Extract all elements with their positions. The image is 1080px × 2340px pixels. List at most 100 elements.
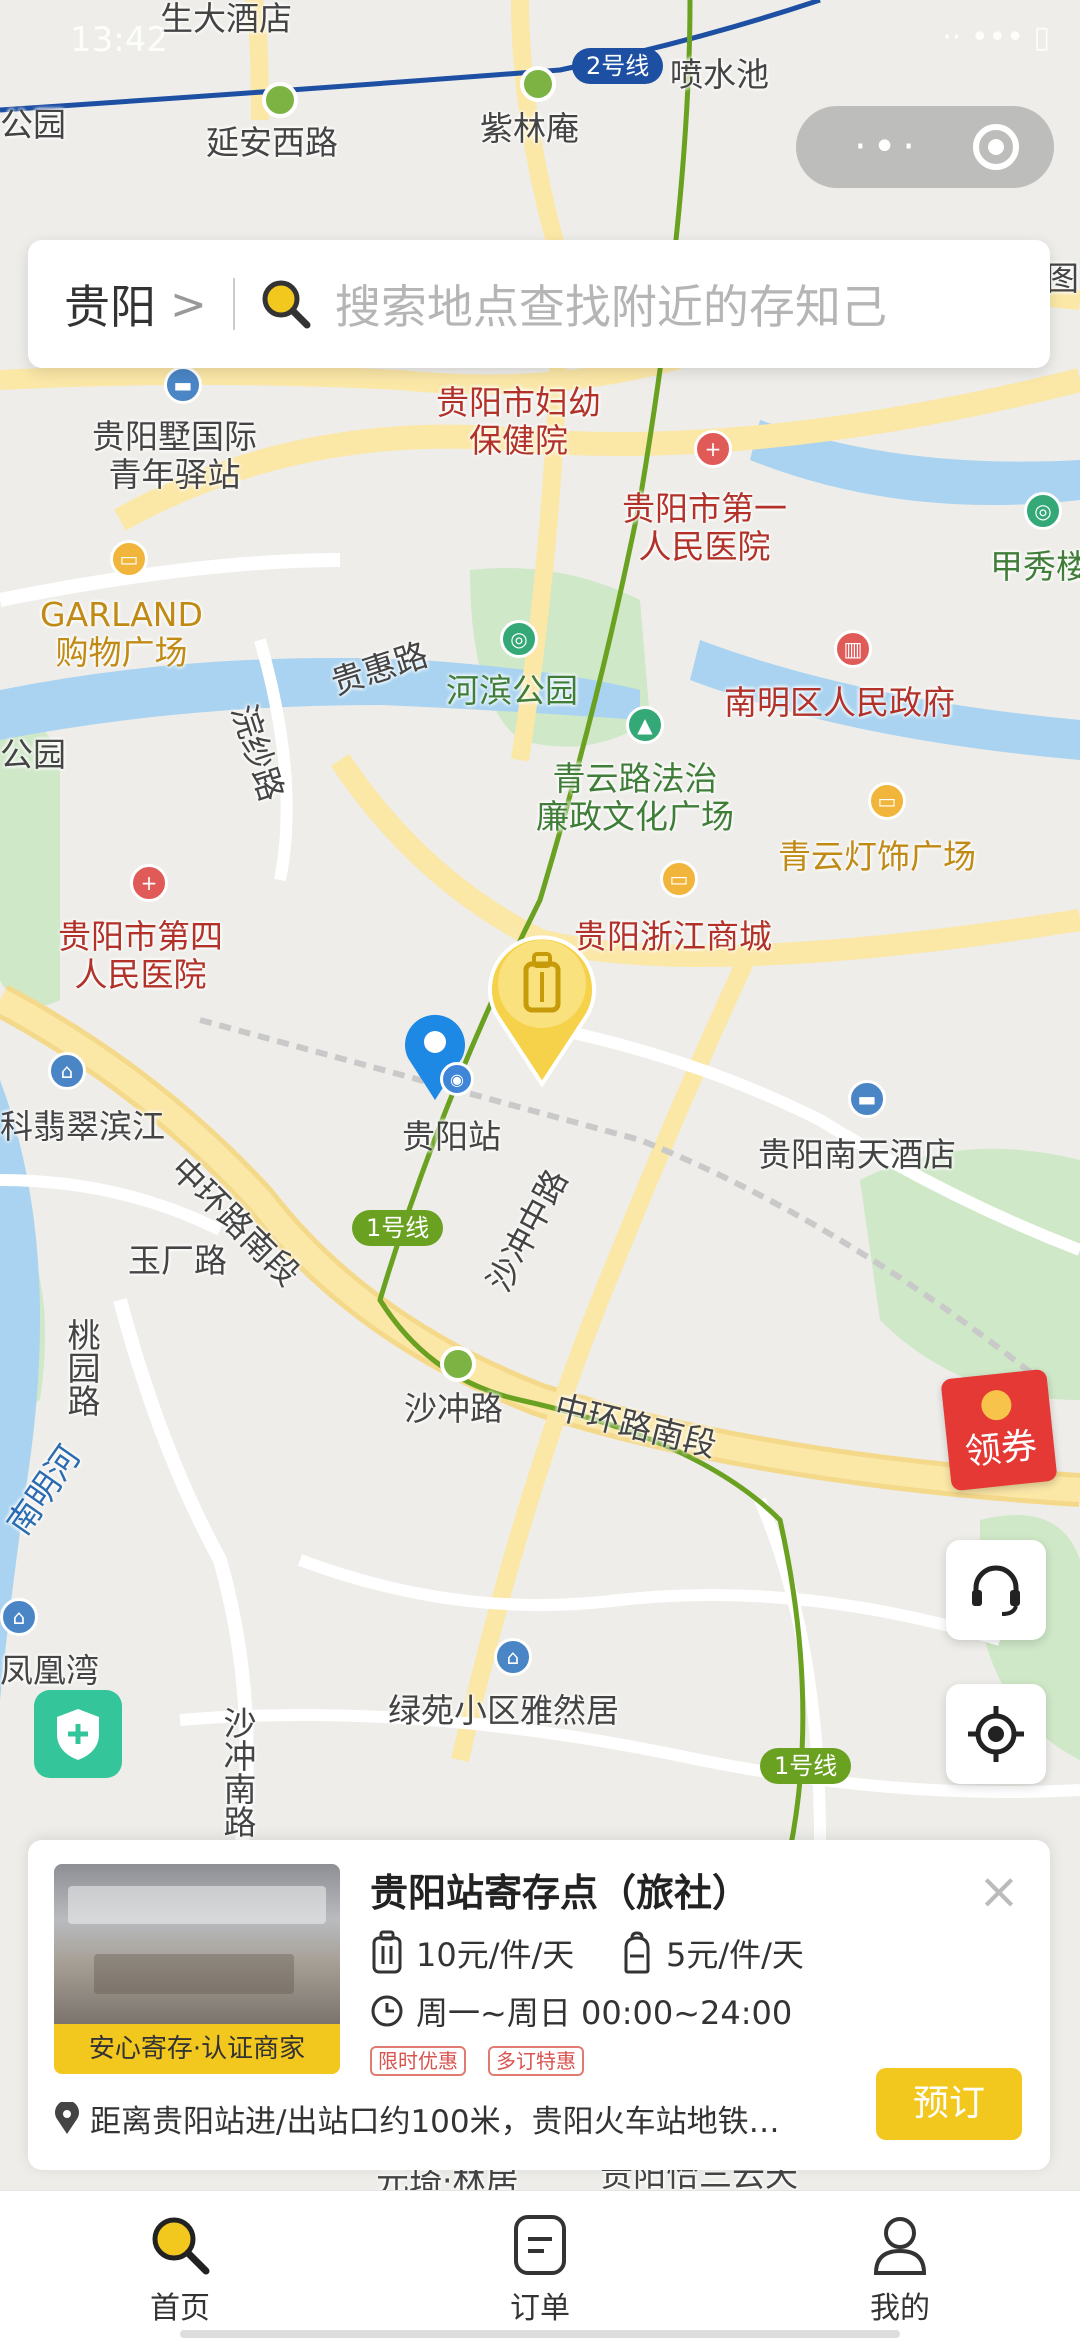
locate-me-button[interactable] <box>946 1684 1046 1784</box>
status-icons: ·· ••• ▯ <box>942 20 1050 55</box>
target-icon <box>988 139 1005 155</box>
map-label: 延安西路 <box>206 123 338 162</box>
map-label: 贵阳南天酒店 <box>758 1135 956 1174</box>
shopping-icon: ▭ <box>660 860 698 898</box>
certified-badge: 安心寄存·认证商家 <box>54 2024 340 2074</box>
home-icon: ⌂ <box>0 1598 38 1636</box>
home-icon: ⌂ <box>494 1638 532 1676</box>
opening-hours: 周一~周日 00:00~24:00 <box>370 1988 792 2034</box>
map-label: 喷水池 <box>670 55 769 94</box>
close-miniapp-button[interactable] <box>973 124 1020 170</box>
price-small-luggage: 5元/件/天 <box>620 1930 804 1976</box>
hospital-icon: + <box>694 430 732 468</box>
map-label: 贵阳市妇幼 保健院 <box>436 383 601 460</box>
map-label: 青云路法治 廉政文化广场 <box>536 759 734 836</box>
map-label: 生大酒店 <box>160 0 292 38</box>
map-label: 玉厂路 <box>128 1241 227 1280</box>
map-label: 公园 <box>0 105 66 144</box>
miniapp-capsule: ·•· <box>796 106 1054 188</box>
hospital-icon: + <box>130 864 168 902</box>
shield-plus-icon <box>57 1709 99 1760</box>
clock-icon <box>371 1995 403 2027</box>
address-text: 距离贵阳站进/出站口约100米，贵阳火车站地铁… <box>90 2104 780 2140</box>
city-selector[interactable]: 贵阳 <box>64 271 156 337</box>
promo-tag: 限时优惠 <box>370 2046 466 2076</box>
metro-station-icon <box>440 1346 476 1382</box>
promo-tag: 多订特惠 <box>488 2046 584 2076</box>
user-icon <box>873 2217 927 2275</box>
metro-line-1-badge: 1号线 <box>352 1210 444 1246</box>
tab-home-label: 首页 <box>150 2291 210 2326</box>
status-time: 13:42 <box>70 20 168 60</box>
storage-location-pin-icon[interactable] <box>480 920 604 1090</box>
customer-service-button[interactable] <box>946 1540 1046 1640</box>
divider <box>232 278 235 330</box>
map-label: 青云灯饰广场 <box>778 837 976 876</box>
close-card-button[interactable]: × <box>978 1866 1020 1916</box>
coupon-seal-icon <box>979 1388 1013 1422</box>
shopping-icon: ▭ <box>868 782 906 820</box>
storage-photo <box>54 1864 340 2024</box>
map-label: GARLAND 购物广场 <box>40 595 203 672</box>
metro-line-1-badge: 1号线 <box>760 1748 852 1784</box>
search-bar[interactable]: 贵阳 > 搜索地点查找附近的存知己 <box>28 240 1050 368</box>
metro-station-icon <box>520 66 556 102</box>
order-list-icon <box>514 2215 566 2275</box>
hours-text: 周一~周日 00:00~24:00 <box>416 1994 793 2032</box>
map-label: 紫林庵 <box>480 109 579 148</box>
luggage-icon <box>372 1930 402 1974</box>
map-label: 图 <box>1046 259 1079 298</box>
bottom-tab-bar: 首页 订单 我的 <box>0 2190 1080 2340</box>
map-label: 贵阳市第一 人民医院 <box>622 489 787 566</box>
hotel-icon: ▬ <box>848 1080 886 1118</box>
map-label: 河滨公园 <box>446 671 578 710</box>
headset-icon <box>972 1565 1020 1616</box>
map-label: 甲秀楼 <box>990 547 1080 586</box>
tab-orders-label: 订单 <box>510 2291 570 2326</box>
safety-shield-button[interactable] <box>34 1690 122 1778</box>
map-label: 科翡翠滨江 <box>0 1107 165 1146</box>
map-label: 沙冲路 <box>404 1389 503 1428</box>
search-icon <box>262 280 311 329</box>
map-label: 公园 <box>0 735 66 774</box>
storage-title: 贵阳站寄存点（旅社） <box>370 1871 751 1915</box>
tab-orders[interactable]: 订单 <box>360 2191 720 2340</box>
home-indicator <box>180 2330 900 2338</box>
map-label: 贵阳墅国际 青年驿站 <box>92 417 257 494</box>
search-icon <box>152 2217 210 2275</box>
storage-point-card[interactable]: 安心寄存·认证商家 贵阳站寄存点（旅社） × 10元/件/天 5元/件/天 周一… <box>28 1840 1050 2170</box>
map-label: 贵阳站 <box>402 1117 501 1156</box>
address-line: 距离贵阳站进/出站口约100米，贵阳火车站地铁… <box>54 2096 854 2141</box>
map-label: 沙冲南路 <box>218 1706 257 1838</box>
park-tree-icon: ▲ <box>626 706 664 744</box>
coupon-label: 领券 <box>963 1425 1039 1474</box>
map-label: 凤凰湾 <box>0 1651 99 1690</box>
hotel-icon: ▬ <box>164 366 202 404</box>
tab-home[interactable]: 首页 <box>0 2191 360 2340</box>
backpack-icon <box>624 1931 650 1974</box>
tab-profile-label: 我的 <box>870 2291 930 2326</box>
tab-profile[interactable]: 我的 <box>720 2191 1080 2340</box>
price-large-luggage: 10元/件/天 <box>370 1930 574 1976</box>
book-button[interactable]: 预订 <box>876 2068 1022 2140</box>
more-options-button[interactable]: ·•· <box>854 127 921 167</box>
price-large-text: 10元/件/天 <box>416 1936 575 1974</box>
map-label: 绿苑小区雅然居 <box>388 1691 619 1730</box>
location-icon <box>55 2101 79 2134</box>
metro-line-2-badge: 2号线 <box>572 48 664 84</box>
search-input[interactable]: 搜索地点查找附近的存知己 <box>335 271 887 337</box>
shopping-icon: ▭ <box>110 540 148 578</box>
government-icon: ▥ <box>834 630 872 668</box>
coupon-button[interactable]: 领券 <box>940 1368 1058 1492</box>
camera-icon: ◎ <box>1024 492 1062 530</box>
chevron-right-icon: > <box>170 278 207 330</box>
map-label: 贵阳市第四 人民医院 <box>58 917 223 994</box>
crosshair-icon <box>968 1706 1024 1762</box>
map-label: 桃园路 <box>62 1318 101 1417</box>
train-station-icon: ◉ <box>440 1062 474 1096</box>
price-small-text: 5元/件/天 <box>666 1936 804 1974</box>
camera-icon: ◎ <box>500 620 538 658</box>
map-label: 南明区人民政府 <box>724 683 955 722</box>
home-icon: ⌂ <box>48 1052 86 1090</box>
metro-station-icon <box>262 82 298 118</box>
